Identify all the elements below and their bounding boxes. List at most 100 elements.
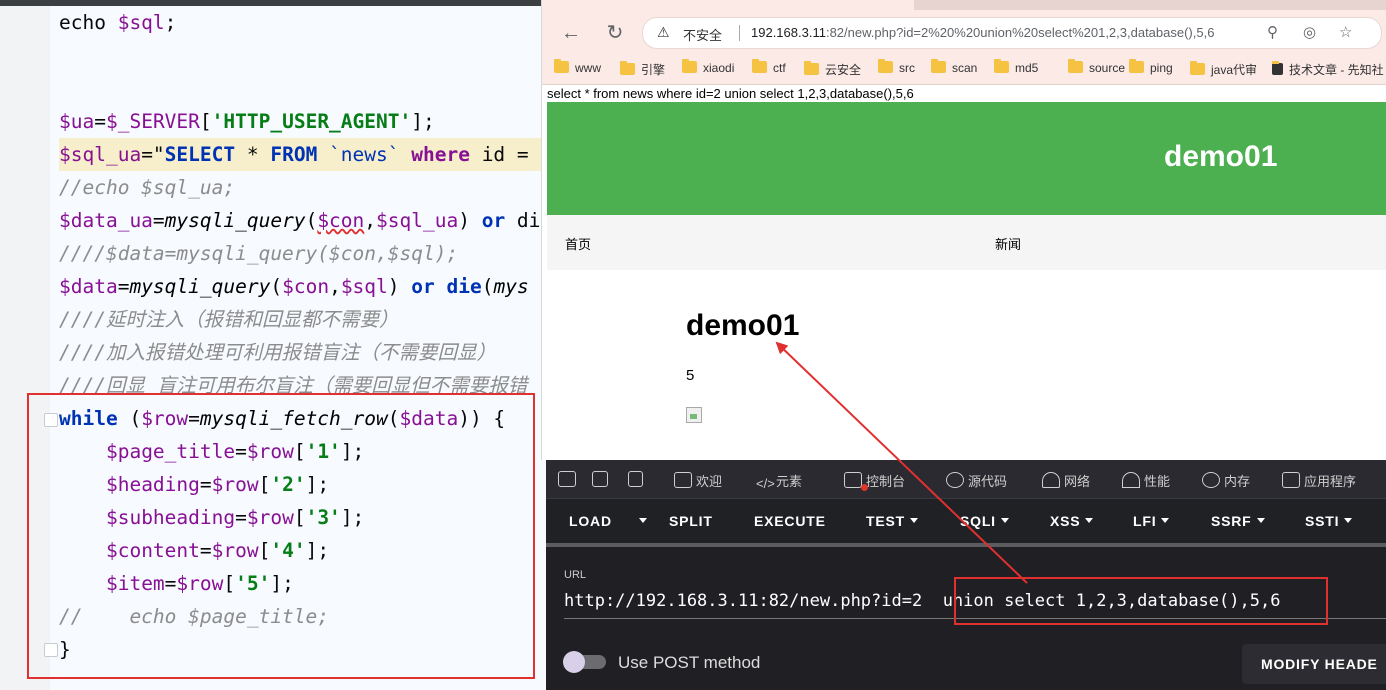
code-line[interactable]: ////$data=mysqli_query($con,$sql); — [59, 237, 458, 270]
site-nav: 首页 新闻 — [547, 215, 1386, 270]
tab-elements[interactable]: </>元素 — [756, 471, 803, 491]
code-token: ) — [387, 275, 412, 298]
address-url[interactable]: 192.168.3.11:82/new.php?id=2%20%20union%… — [751, 25, 1214, 40]
code-brackets-icon: </> — [756, 476, 775, 491]
web-page: select * from news where id=2 union sele… — [542, 85, 1386, 460]
ssti-menu[interactable]: SSTI — [1305, 513, 1353, 529]
active-tab[interactable] — [542, 0, 914, 10]
code-token: or — [481, 209, 506, 232]
nav-news-link[interactable]: 新闻 — [995, 234, 1021, 253]
tab-performance[interactable]: 性能 — [1122, 471, 1170, 490]
code-line[interactable]: echo $sql; — [59, 6, 176, 39]
address-bar[interactable]: ⚠ 不安全 192.168.3.11:82/new.php?id=2%20%20… — [642, 17, 1382, 49]
sqli-menu[interactable]: SQLI — [960, 513, 1009, 529]
code-line[interactable]: $data_ua=mysqli_query($con,$sql_ua) or d… — [59, 204, 540, 237]
tab-console[interactable]: 控制台 — [844, 471, 905, 490]
tab-sources[interactable]: 源代码 — [946, 471, 1007, 490]
code-token: ( — [270, 275, 283, 298]
address-row: ← ↻ ⚠ 不安全 192.168.3.11:82/new.php?id=2%2… — [542, 10, 1386, 54]
bookmark-item[interactable]: xiaodi — [682, 59, 734, 75]
folder-icon — [804, 61, 819, 75]
code-token: $sql_ua — [59, 143, 142, 166]
test-menu[interactable]: TEST — [866, 513, 918, 529]
bookmark-item[interactable]: 引擎 — [620, 61, 665, 78]
post-method-toggle[interactable] — [563, 651, 606, 673]
execute-button[interactable]: EXECUTE — [754, 513, 826, 529]
bookmark-item[interactable]: 技术文章 - 先知社 — [1272, 61, 1384, 78]
dock-side-icon[interactable] — [628, 471, 643, 487]
lfi-menu[interactable]: LFI — [1133, 513, 1170, 529]
code-line[interactable]: $sql_ua="SELECT * FROM `news` where id = — [59, 138, 546, 171]
chevron-down-icon — [909, 518, 918, 523]
translate-icon[interactable]: ◎ — [1303, 23, 1316, 41]
tab-welcome[interactable]: 欢迎 — [674, 471, 722, 490]
bookmark-label: java代审 — [1211, 63, 1258, 77]
tab-network[interactable]: 网络 — [1042, 471, 1090, 490]
back-icon[interactable]: ← — [558, 20, 584, 46]
tab-application[interactable]: 应用程序 — [1282, 471, 1356, 490]
code-line[interactable]: $ua=$_SERVER['HTTP_USER_AGENT']; — [59, 105, 435, 138]
code-token: SELECT — [164, 143, 236, 166]
devtools-tabs: 欢迎 </>元素 控制台 源代码 网络 性能 内存 应用程序 — [546, 460, 1386, 499]
modify-header-button[interactable]: MODIFY HEADE — [1242, 644, 1386, 684]
ssrf-menu-label: SSRF — [1211, 513, 1252, 529]
warning-icon[interactable]: ⚠ — [657, 24, 670, 41]
code-line[interactable]: ////延时注入（报错和回显都不需要） — [59, 303, 398, 336]
bookmark-label: www — [575, 61, 601, 75]
chevron-down-icon — [1000, 518, 1009, 523]
code-token: ]; — [411, 110, 435, 133]
url-path: :82/new.php?id=2%20%20union%20select%201… — [825, 25, 1215, 40]
load-dropdown[interactable] — [634, 513, 647, 529]
reload-icon[interactable]: ↻ — [602, 20, 628, 46]
tab-elements-label: 元素 — [776, 474, 803, 489]
code-editor[interactable]: echo $sql; $ua=$_SERVER['HTTP_USER_AGENT'… — [0, 0, 546, 690]
test-menu-label: TEST — [866, 513, 905, 529]
tab-console-label: 控制台 — [866, 474, 906, 489]
site-brand[interactable]: demo01 — [1164, 140, 1277, 174]
bookmark-item[interactable]: md5 — [994, 59, 1039, 75]
code-token: ////延时注入（报错和回显都不需要） — [59, 308, 399, 331]
bookmark-item[interactable]: ping — [1129, 59, 1173, 75]
xss-menu-label: XSS — [1050, 513, 1081, 529]
device-toolbar-icon[interactable] — [592, 471, 608, 487]
code-token: $sql — [117, 11, 165, 34]
chevron-down-icon — [1344, 518, 1353, 523]
split-button[interactable]: SPLIT — [669, 513, 713, 529]
inspect-icon[interactable] — [558, 471, 576, 487]
site-header: demo01 — [547, 102, 1386, 215]
code-line[interactable]: //echo $sql_ua; — [59, 171, 235, 204]
code-token: = — [152, 209, 165, 232]
bookmark-item[interactable]: 云安全 — [804, 61, 861, 78]
tab-strip — [542, 0, 1386, 10]
sqli-menu-label: SQLI — [960, 513, 996, 529]
ssrf-menu[interactable]: SSRF — [1211, 513, 1265, 529]
chevron-down-icon — [1256, 518, 1265, 523]
code-token: `news` — [317, 143, 412, 166]
bookmark-item[interactable]: java代审 — [1190, 61, 1257, 78]
bookmarks-bar: www 引擎 xiaodi ctf 云安全 src scan md5 source ping jav… — [542, 54, 1386, 85]
modify-header-label: MODIFY HEADE — [1261, 656, 1378, 672]
zoom-icon[interactable]: ⚲ — [1267, 23, 1278, 41]
code-token: $_SERVER — [105, 110, 200, 133]
bookmark-label: md5 — [1015, 61, 1039, 75]
bookmark-item[interactable]: source — [1068, 59, 1125, 75]
security-label[interactable]: 不安全 — [683, 25, 722, 44]
tab-memory[interactable]: 内存 — [1202, 471, 1250, 490]
nav-home-link[interactable]: 首页 — [565, 234, 591, 253]
bookmark-label: 云安全 — [825, 63, 862, 77]
code-token: $con — [282, 275, 330, 298]
load-button[interactable]: LOAD — [569, 513, 612, 529]
url-field-label: URL — [564, 569, 587, 581]
bookmark-item[interactable]: scan — [931, 59, 977, 75]
bookmark-item[interactable]: www — [554, 59, 601, 75]
bookmark-item[interactable]: ctf — [752, 59, 786, 75]
post-method-label: Use POST method — [618, 653, 761, 672]
code-token: echo — [59, 11, 118, 34]
code-token: ////$data=mysqli_query($con,$sql); — [59, 242, 459, 265]
bookmark-item[interactable]: src — [878, 59, 915, 75]
xss-menu[interactable]: XSS — [1050, 513, 1094, 529]
code-line[interactable]: ////加入报错处理可利用报错盲注（不需要回显） — [59, 336, 496, 369]
star-icon[interactable]: ☆ — [1339, 23, 1352, 41]
code-line[interactable]: $data=mysqli_query($con,$sql) or die(mys — [59, 270, 529, 303]
chevron-down-icon — [1161, 518, 1170, 523]
